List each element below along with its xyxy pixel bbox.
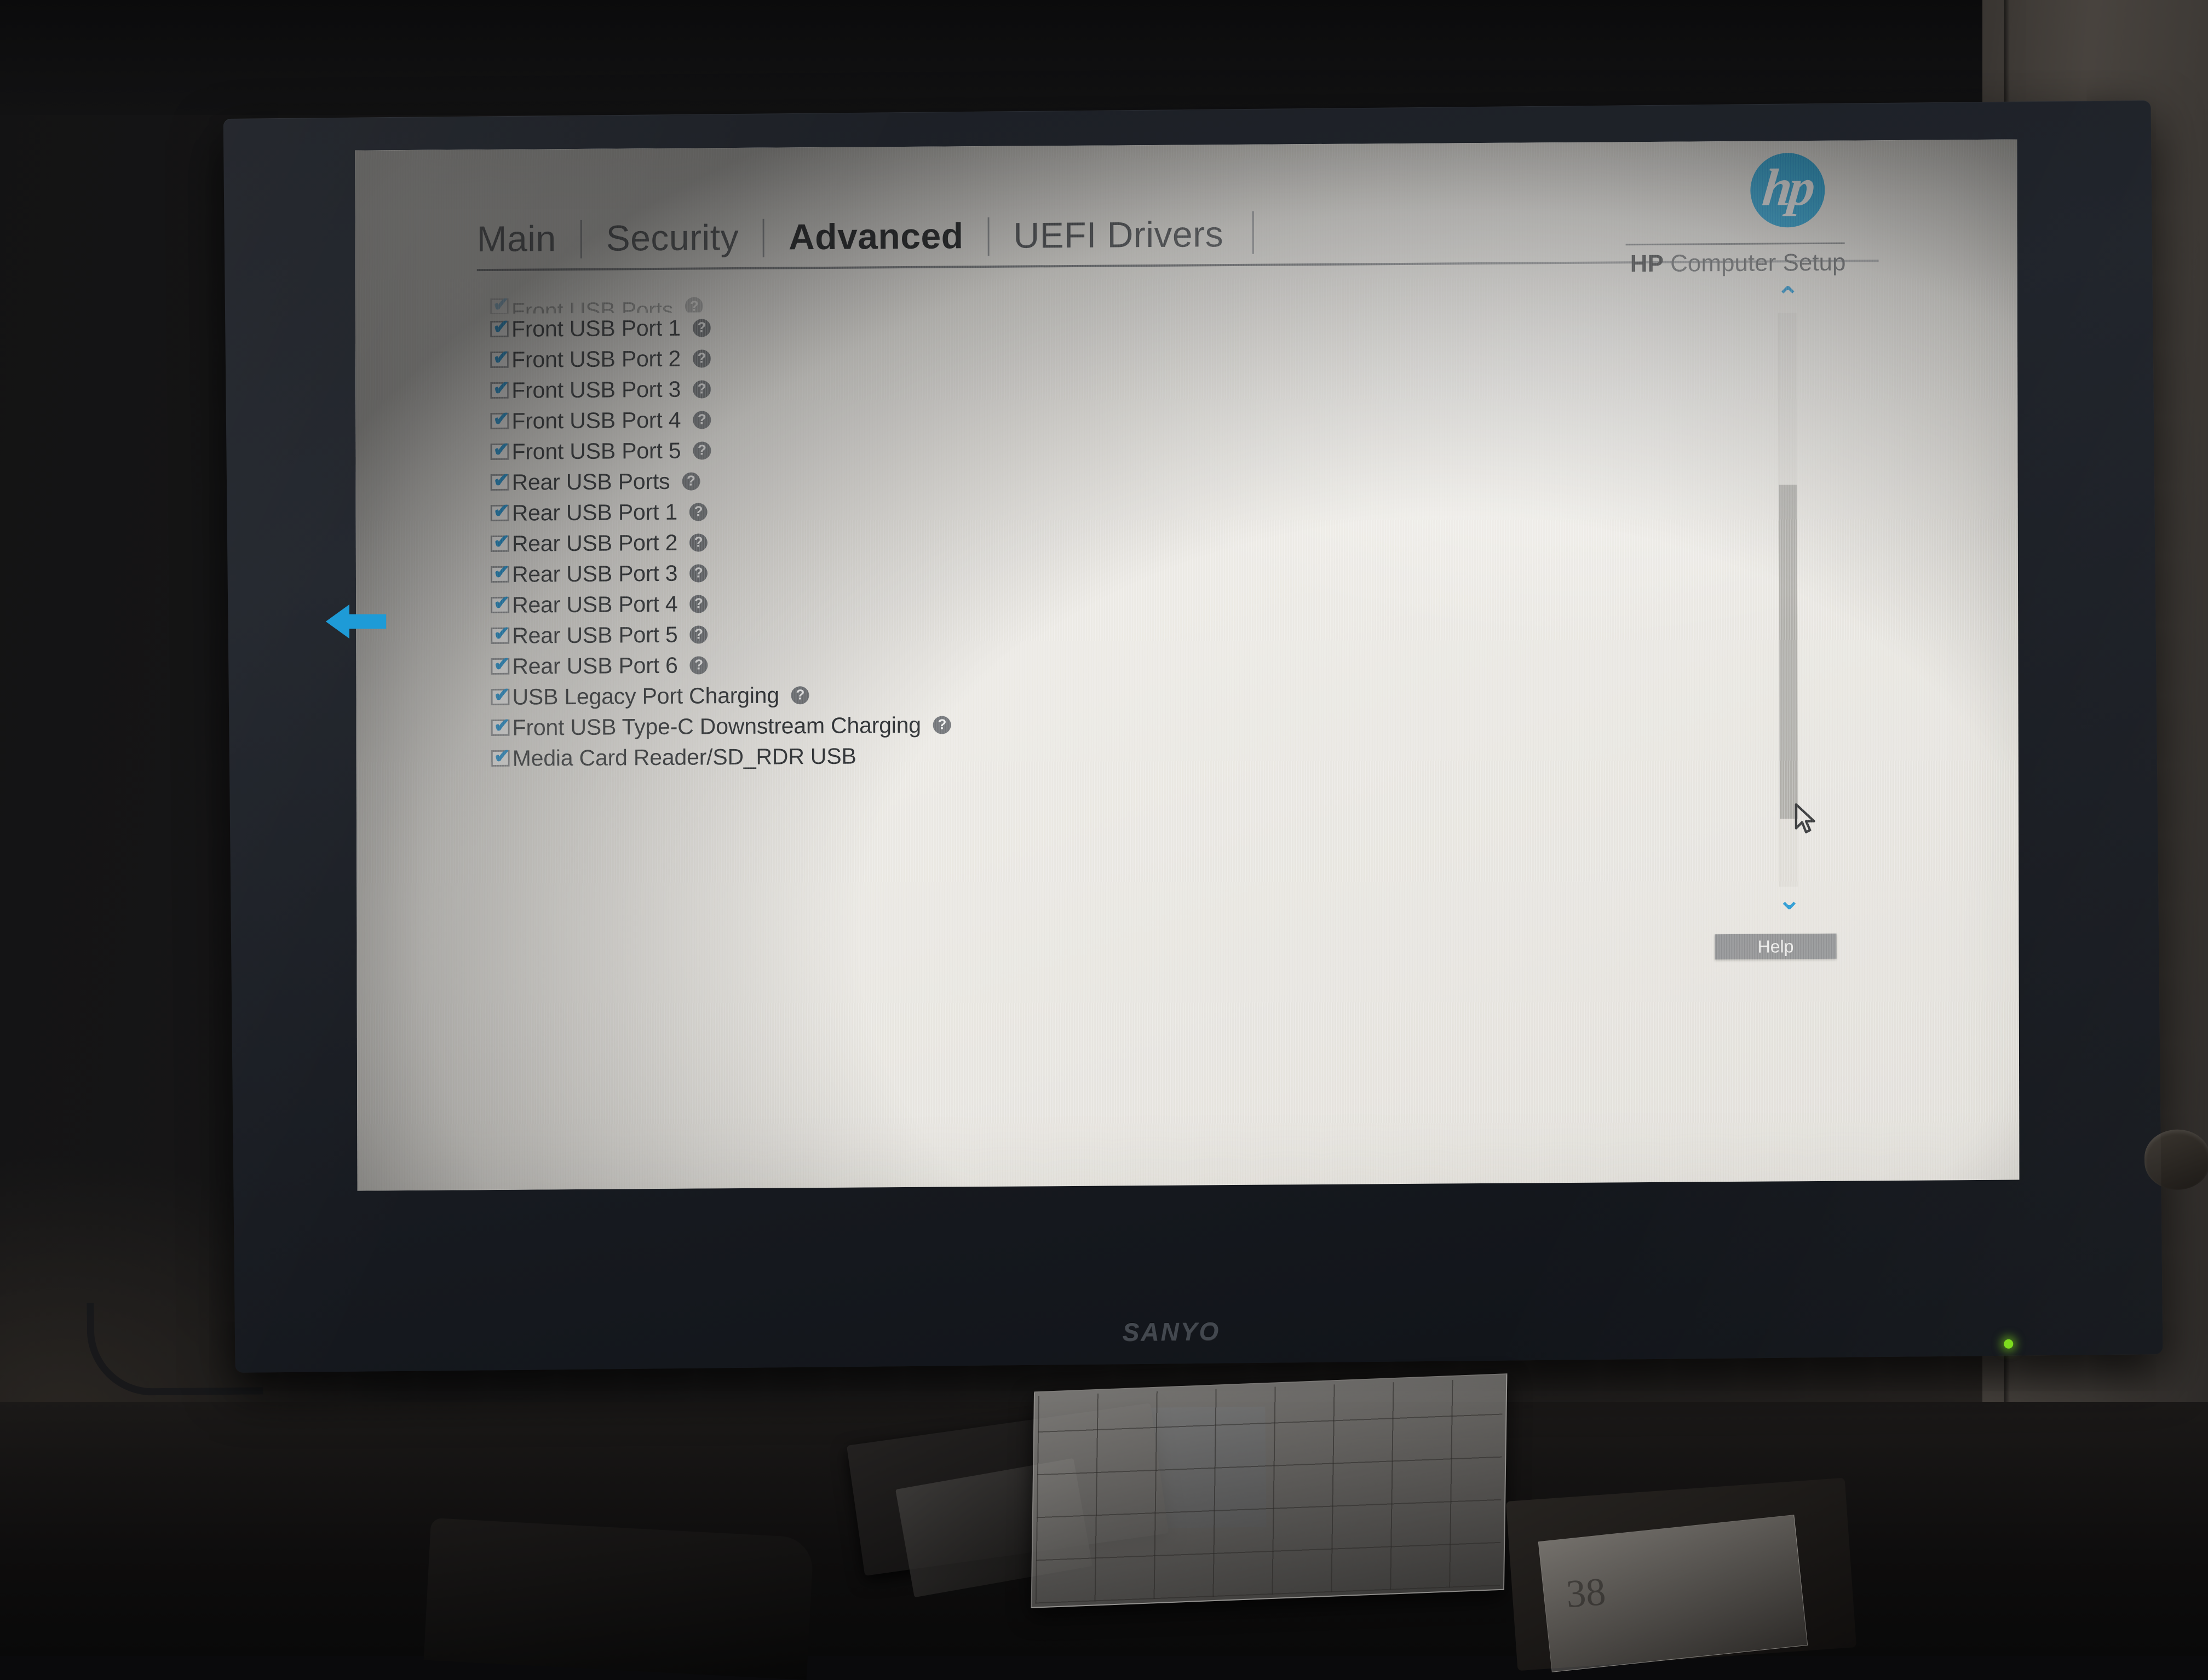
help-icon[interactable]: ? xyxy=(689,595,708,613)
help-icon[interactable]: ? xyxy=(933,716,951,734)
help-icon[interactable]: ? xyxy=(693,349,711,367)
mouse-cursor-icon xyxy=(1794,803,1818,835)
help-icon[interactable]: ? xyxy=(689,503,708,521)
list-item-label: Rear USB Port 4 xyxy=(512,591,677,618)
tab-advanced[interactable]: Advanced xyxy=(763,217,988,257)
list-item-label: Rear USB Port 3 xyxy=(512,560,677,587)
list-item-label: Rear USB Port 1 xyxy=(512,499,677,526)
list-item-label: Front USB Ports xyxy=(511,297,674,314)
tab-main[interactable]: Main xyxy=(477,220,580,259)
checkbox[interactable]: ✔ xyxy=(491,536,509,552)
checkmark-icon: ✔ xyxy=(493,595,510,611)
checkmark-icon: ✔ xyxy=(493,380,509,396)
help-icon[interactable]: ? xyxy=(693,380,711,398)
list-item-label: Front USB Type-C Downstream Charging xyxy=(513,712,921,740)
list-item-label: Front USB Port 1 xyxy=(511,315,681,342)
list-item-label: Media Card Reader/SD_RDR USB xyxy=(513,743,856,771)
checkbox[interactable]: ✔ xyxy=(491,628,509,644)
scrollbar-thumb[interactable] xyxy=(1779,485,1798,819)
scroll-up-icon[interactable]: ⌃ xyxy=(1774,287,1802,309)
scroll-down-icon[interactable]: ⌄ xyxy=(1775,890,1803,912)
checkbox[interactable]: ✔ xyxy=(490,321,509,337)
usb-settings-list: ✔ Front USB Ports ? ✔ Front USB Port 1 ? xyxy=(490,291,1532,774)
monitor-screen: Main Security Advanced UEFI Drivers hp H… xyxy=(355,140,2019,1191)
list-item-label: Rear USB Port 6 xyxy=(512,652,677,679)
help-button[interactable]: Help xyxy=(1715,934,1836,959)
hp-brand-rest: Computer Setup xyxy=(1664,249,1846,277)
power-led-indicator xyxy=(2004,1339,2013,1349)
photo-scene: 38 Main Security Advanced UEFI Drivers h xyxy=(0,0,2208,1656)
checkmark-icon: ✔ xyxy=(493,564,510,580)
list-item-label: Rear USB Port 5 xyxy=(512,622,677,648)
checkmark-icon: ✔ xyxy=(493,319,509,335)
annotation-arrow-icon xyxy=(323,589,389,654)
help-icon[interactable]: ? xyxy=(682,472,700,490)
tab-uefi-drivers[interactable]: UEFI Drivers xyxy=(987,216,1247,256)
hp-logo-text: hp xyxy=(1760,156,1815,217)
checkmark-icon: ✔ xyxy=(493,411,509,427)
monitor-side-knob xyxy=(2144,1129,2208,1190)
list-item-label: Front USB Port 4 xyxy=(511,407,681,434)
help-icon[interactable]: ? xyxy=(693,319,711,337)
checkbox[interactable]: ✔ xyxy=(491,750,510,767)
checkmark-icon: ✔ xyxy=(494,748,510,764)
organizer-compartments xyxy=(1036,1378,1503,1603)
list-item-label: Rear USB Port 2 xyxy=(512,530,677,556)
checkbox[interactable]: ✔ xyxy=(490,352,509,368)
hp-brand-bold: HP xyxy=(1630,250,1664,277)
checkbox[interactable]: ✔ xyxy=(491,658,509,675)
checkbox[interactable]: ✔ xyxy=(491,474,509,491)
checkmark-icon: ✔ xyxy=(493,656,510,672)
list-item[interactable]: ✔ Media Card Reader/SD_RDR USB xyxy=(491,736,1532,774)
checkbox[interactable]: ✔ xyxy=(490,382,509,399)
tab-end-divider xyxy=(1252,211,1254,254)
parts-organizer-box xyxy=(1031,1373,1508,1608)
help-icon[interactable]: ? xyxy=(693,441,711,459)
help-icon[interactable]: ? xyxy=(685,297,703,314)
checkmark-icon: ✔ xyxy=(494,717,510,734)
help-icon[interactable]: ? xyxy=(689,533,708,551)
help-icon[interactable]: ? xyxy=(693,411,711,429)
checkmark-icon: ✔ xyxy=(493,296,509,313)
checkmark-icon: ✔ xyxy=(493,503,510,519)
list-item-label: Front USB Port 3 xyxy=(511,376,681,403)
checkbox[interactable]: ✔ xyxy=(490,298,509,314)
help-icon[interactable]: ? xyxy=(791,686,809,704)
checkbox[interactable]: ✔ xyxy=(490,413,509,429)
monitor: Main Security Advanced UEFI Drivers hp H… xyxy=(225,275,2163,1362)
checkbox[interactable]: ✔ xyxy=(491,689,509,705)
help-icon[interactable]: ? xyxy=(689,564,708,582)
checkbox[interactable]: ✔ xyxy=(490,444,509,460)
checkmark-icon: ✔ xyxy=(493,625,510,642)
paper-note-object: 38 xyxy=(1538,1515,1808,1672)
list-item-label: Front USB Port 5 xyxy=(511,438,681,464)
help-icon[interactable]: ? xyxy=(690,656,708,674)
help-icon[interactable]: ? xyxy=(690,625,708,643)
hp-computer-setup-label: HP Computer Setup xyxy=(1630,249,1846,278)
checkmark-icon: ✔ xyxy=(493,349,509,366)
checkmark-icon: ✔ xyxy=(493,472,510,488)
checkbox[interactable]: ✔ xyxy=(491,566,509,583)
hp-logo-icon: hp xyxy=(1750,153,1825,228)
list-item-label: USB Legacy Port Charging xyxy=(512,682,779,710)
checkmark-icon: ✔ xyxy=(493,687,510,703)
bios-setup-ui: Main Security Advanced UEFI Drivers hp H… xyxy=(355,140,2019,1191)
paper-scrawl: 38 xyxy=(1565,1569,1607,1617)
list-item-label: Rear USB Ports xyxy=(512,468,670,495)
checkbox[interactable]: ✔ xyxy=(491,720,510,736)
room-ceiling-shadow xyxy=(0,0,2026,115)
tab-security[interactable]: Security xyxy=(580,219,763,258)
checkmark-icon: ✔ xyxy=(493,441,509,458)
checkmark-icon: ✔ xyxy=(493,533,510,550)
list-item-label: Front USB Port 2 xyxy=(511,346,681,372)
checkbox[interactable]: ✔ xyxy=(491,505,509,521)
tab-bar: Main Security Advanced UEFI Drivers xyxy=(476,204,1254,259)
checkbox[interactable]: ✔ xyxy=(491,597,509,613)
monitor-brand-label: SANYO xyxy=(1089,1314,1254,1349)
hp-brand-rule xyxy=(1626,243,1845,246)
